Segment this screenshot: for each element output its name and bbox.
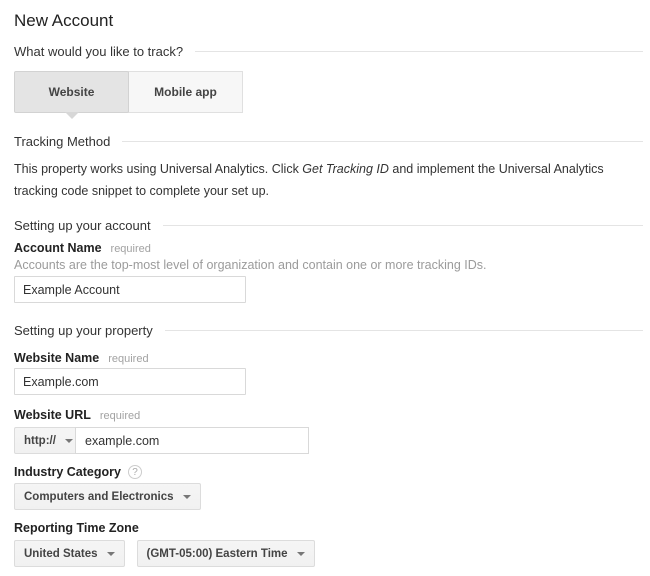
divider bbox=[163, 225, 643, 226]
description-text: This property works using Universal Anal… bbox=[14, 162, 302, 176]
property-section-header: Setting up your property bbox=[14, 323, 643, 338]
url-protocol-value: http:// bbox=[24, 435, 56, 447]
timezone-zone-value: (GMT-05:00) Eastern Time bbox=[147, 548, 288, 560]
website-url-group: http:// bbox=[14, 427, 643, 454]
new-account-page: New Account What would you like to track… bbox=[0, 0, 650, 567]
track-section-heading: What would you like to track? bbox=[14, 44, 183, 59]
timezone-country-dropdown[interactable]: United States bbox=[14, 540, 125, 567]
tracking-method-header: Tracking Method bbox=[14, 134, 643, 149]
chevron-down-icon bbox=[183, 495, 191, 499]
tab-website-label: Website bbox=[49, 85, 95, 99]
selected-tab-caret-icon bbox=[65, 112, 79, 119]
account-name-helper-text: Accounts are the top-most level of organ… bbox=[14, 258, 643, 272]
tracking-method-description: This property works using Universal Anal… bbox=[14, 158, 643, 202]
industry-category-value: Computers and Electronics bbox=[24, 491, 174, 503]
page-title: New Account bbox=[14, 11, 643, 31]
timezone-label: Reporting Time Zone bbox=[14, 521, 139, 535]
account-name-label: Account Name bbox=[14, 241, 102, 255]
tab-mobile-app-label: Mobile app bbox=[154, 85, 217, 99]
chevron-down-icon bbox=[297, 552, 305, 556]
account-section-header: Setting up your account bbox=[14, 218, 643, 233]
tracking-method-heading: Tracking Method bbox=[14, 134, 110, 149]
website-name-label-row: Website Name required bbox=[14, 351, 643, 365]
website-url-input[interactable] bbox=[75, 427, 309, 454]
industry-category-label: Industry Category bbox=[14, 465, 121, 479]
industry-category-label-row: Industry Category ? bbox=[14, 465, 643, 479]
website-name-input[interactable] bbox=[14, 368, 246, 395]
tab-mobile-app[interactable]: Mobile app bbox=[128, 71, 243, 113]
website-url-label-row: Website URL required bbox=[14, 408, 643, 422]
required-badge: required bbox=[108, 353, 148, 365]
help-icon[interactable]: ? bbox=[128, 465, 142, 479]
divider bbox=[195, 51, 643, 52]
account-name-input[interactable] bbox=[14, 276, 246, 303]
website-url-label: Website URL bbox=[14, 408, 91, 422]
required-badge: required bbox=[100, 410, 140, 422]
track-type-tabs: Website Mobile app bbox=[14, 71, 643, 113]
website-name-label: Website Name bbox=[14, 351, 99, 365]
chevron-down-icon bbox=[107, 552, 115, 556]
industry-category-dropdown[interactable]: Computers and Electronics bbox=[14, 483, 201, 510]
tab-website[interactable]: Website bbox=[14, 71, 129, 113]
timezone-label-row: Reporting Time Zone bbox=[14, 521, 643, 535]
timezone-country-value: United States bbox=[24, 548, 98, 560]
property-section-heading: Setting up your property bbox=[14, 323, 153, 338]
account-name-label-row: Account Name required bbox=[14, 241, 643, 255]
chevron-down-icon bbox=[65, 439, 73, 443]
required-badge: required bbox=[111, 243, 151, 255]
divider bbox=[122, 141, 643, 142]
account-section-heading: Setting up your account bbox=[14, 218, 151, 233]
timezone-zone-dropdown[interactable]: (GMT-05:00) Eastern Time bbox=[137, 540, 315, 567]
track-section-header: What would you like to track? bbox=[14, 44, 643, 59]
get-tracking-id-text: Get Tracking ID bbox=[302, 162, 389, 176]
timezone-controls: United States (GMT-05:00) Eastern Time bbox=[14, 540, 643, 567]
url-protocol-dropdown[interactable]: http:// bbox=[14, 427, 76, 454]
divider bbox=[165, 330, 643, 331]
